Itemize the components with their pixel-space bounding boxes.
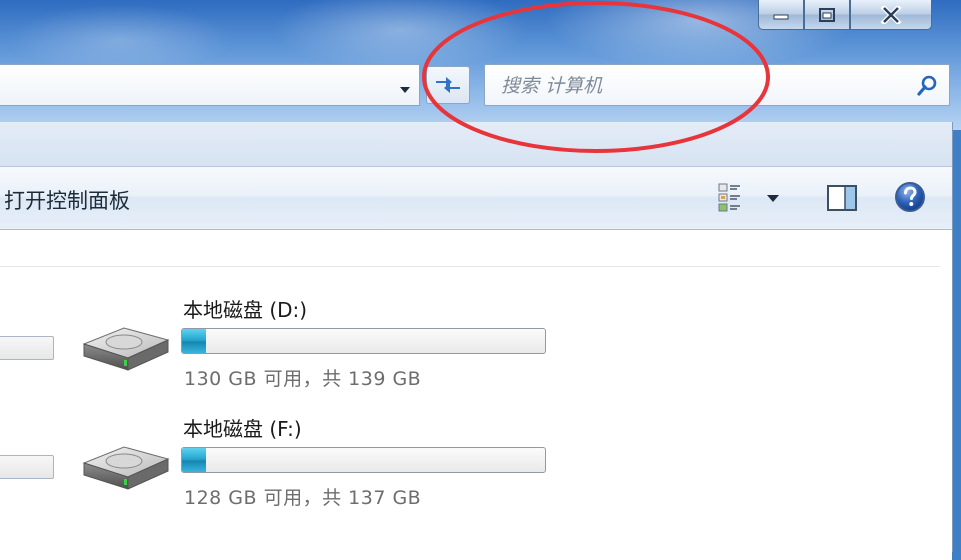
help-button[interactable] xyxy=(893,180,927,218)
search-button[interactable] xyxy=(915,74,939,102)
drive-name: 本地磁盘 (D:) xyxy=(183,298,308,322)
drive-item-f[interactable]: 本地磁盘 (F:) 128 GB 可用，共 137 GB xyxy=(80,413,560,523)
menu-strip xyxy=(0,122,952,167)
address-bar[interactable] xyxy=(0,64,420,106)
minimize-icon xyxy=(773,14,789,19)
left-drive-bar-partial xyxy=(0,455,54,479)
command-bar: 打开控制面板 xyxy=(0,167,952,230)
change-view-button[interactable] xyxy=(716,181,782,215)
group-separator xyxy=(0,266,940,267)
refresh-icon xyxy=(436,77,460,93)
drives-content: 本地磁盘 (D:) 130 GB 可用，共 139 GB 本地磁盘 (F:) 1… xyxy=(0,230,952,560)
drive-usage-bar xyxy=(181,328,546,354)
explorer-window: 打开控制面板 本地磁盘 (D:) 130 GB 可用，共 139 GB 本地磁盘… xyxy=(0,122,953,560)
close-icon xyxy=(880,5,902,24)
dropdown-arrow-icon xyxy=(767,195,779,202)
preview-pane-button[interactable] xyxy=(826,183,858,217)
address-history-dropdown[interactable] xyxy=(398,80,412,99)
minimize-button[interactable] xyxy=(758,0,804,30)
change-view-icon xyxy=(718,183,740,212)
window-caption-buttons xyxy=(758,0,932,34)
drive-space-info: 130 GB 可用，共 139 GB xyxy=(184,368,422,390)
drive-usage-fill xyxy=(182,448,206,472)
search-box[interactable] xyxy=(484,64,950,106)
drive-usage-bar xyxy=(181,447,546,473)
hard-drive-icon xyxy=(82,446,170,490)
maximize-button[interactable] xyxy=(804,0,850,30)
close-button[interactable] xyxy=(850,0,932,30)
refresh-button[interactable] xyxy=(426,66,470,104)
search-input[interactable] xyxy=(499,71,903,101)
drive-name: 本地磁盘 (F:) xyxy=(183,417,302,441)
hard-drive-icon xyxy=(82,327,170,371)
dropdown-arrow-icon xyxy=(400,87,410,93)
search-icon xyxy=(917,75,937,96)
drive-item-d[interactable]: 本地磁盘 (D:) 130 GB 可用，共 139 GB xyxy=(80,294,560,404)
drive-usage-fill xyxy=(182,329,206,353)
help-icon xyxy=(895,182,925,212)
open-control-panel-button[interactable]: 打开控制面板 xyxy=(4,185,130,215)
maximize-icon xyxy=(819,7,835,22)
drive-space-info: 128 GB 可用，共 137 GB xyxy=(184,487,422,509)
left-drive-bar-partial xyxy=(0,336,54,360)
preview-pane-icon xyxy=(827,185,857,211)
